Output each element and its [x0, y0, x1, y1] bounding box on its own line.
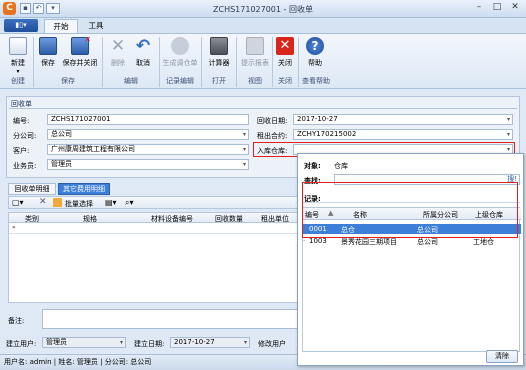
clear-button[interactable]: 清除 — [486, 350, 518, 363]
contract-label: 租出合约: — [257, 132, 288, 140]
remark-field[interactable] — [42, 309, 298, 329]
customer-label: 客户: — [13, 147, 30, 155]
row-indicator-icon: » — [12, 224, 16, 231]
warehouse-lookup-popup: 对象: 仓库 查找: 搜! 记录: 编号 ▲ 名称 所属分公司 上级仓库 000… — [297, 153, 524, 366]
number-label: 编号: — [13, 117, 30, 125]
title-bar: C ▪ ↶ ▾ ZCHS171027001 - 回收单 – □ ✕ — [0, 0, 526, 18]
branch-label: 分公司: — [13, 132, 37, 140]
created-date-label: 建立日期: — [134, 340, 165, 348]
detail-tabs: 回收单明细 其它费用明细 — [8, 183, 298, 195]
chevron-down-icon: ▾ — [242, 131, 246, 138]
ribbon: 新建 ▾ 保存 ✕ 保存并关闭 ✕ 删除 ↶ 取消 生成调仓单 计算器 提示报表… — [0, 33, 526, 89]
contract-select[interactable]: ZCHY170215002 ▾ — [293, 129, 513, 140]
close-icon: ✕ — [276, 37, 294, 55]
report-icon — [246, 37, 264, 55]
number-field[interactable]: ZCHS171027001 — [47, 114, 249, 125]
file-menu-button[interactable]: ▮▯▾ — [4, 19, 38, 32]
help-icon: ? — [306, 37, 324, 55]
date-label: 回收日期: — [257, 117, 288, 125]
window-title: ZCHS171027001 - 回收单 — [213, 5, 313, 14]
tab-tools[interactable]: 工具 — [80, 19, 112, 33]
branch-select[interactable]: 总公司 ▾ — [47, 129, 249, 140]
chevron-down-icon: ▾ — [506, 116, 510, 123]
save-button[interactable]: 保存 — [36, 37, 60, 68]
undo-icon: ↶ — [135, 36, 151, 56]
search-icon[interactable]: ⌕▾ — [125, 198, 134, 208]
date-picker[interactable]: 2017-10-27 ▾ — [293, 114, 513, 125]
group-save-label: 保存 — [61, 77, 75, 85]
delete-icon: ✕ — [110, 36, 126, 56]
batch-select-icon — [53, 198, 62, 207]
expand-icon[interactable]: · — [303, 237, 305, 245]
salesman-label: 业务员: — [13, 162, 37, 170]
prompt-report-button[interactable]: 提示报表 — [239, 37, 271, 68]
delete-button[interactable]: ✕ 删除 — [106, 37, 130, 68]
cancel-button[interactable]: ↶ 取消 — [131, 37, 155, 68]
modifier-label: 修改用户 — [258, 340, 286, 348]
detail-grid-body[interactable]: » — [8, 223, 299, 303]
group-edit-label: 编辑 — [124, 77, 138, 85]
group-create-label: 创建 — [11, 77, 25, 85]
creator-label: 建立用户: — [6, 340, 37, 348]
tab-receipt-detail[interactable]: 回收单明细 — [8, 183, 56, 195]
chevron-down-icon: ▾ — [242, 161, 246, 168]
minimize-icon[interactable]: – — [470, 2, 488, 14]
detail-grid-header: 类别 规格 材料设备编号 回收数量 租出单位 — [8, 212, 298, 223]
save-icon — [39, 37, 57, 55]
calculator-button[interactable]: 计算器 — [204, 37, 234, 68]
group-help-label: 查看帮助 — [302, 77, 330, 85]
tab-other-fees[interactable]: 其它费用明细 — [58, 183, 110, 195]
transfer-icon — [171, 37, 189, 55]
chevron-down-icon: ▾ — [242, 146, 246, 153]
ribbon-tabs: ▮▯▾ 开始 工具 — [0, 18, 526, 33]
grid-toolbar: ▢▾ ✕ 批量选择 ▤▾ ⌕▾ — [8, 196, 298, 209]
creator-field: 管理员 ▾ — [42, 337, 126, 348]
group-view-label: 视图 — [248, 77, 262, 85]
customer-select[interactable]: 广州康周建筑工程有限公司 ▾ — [47, 144, 249, 155]
tab-start[interactable]: 开始 — [44, 19, 78, 33]
object-label: 对象: — [304, 162, 321, 170]
group-open-label: 打开 — [212, 77, 226, 85]
generate-transfer-button[interactable]: 生成调仓单 — [161, 37, 199, 68]
save-close-button[interactable]: ✕ 保存并关闭 — [60, 35, 100, 68]
table-highlight-box — [302, 182, 518, 238]
help-button[interactable]: ? 帮助 — [302, 37, 328, 68]
group-record-edit-label: 记录编辑 — [166, 77, 194, 85]
save-close-icon: ✕ — [71, 35, 91, 55]
salesman-select[interactable]: 管理员 ▾ — [47, 159, 249, 170]
table-row[interactable]: » — [9, 223, 299, 234]
chevron-down-icon: ▾ — [506, 131, 510, 138]
new-button[interactable]: 新建 ▾ — [4, 37, 32, 75]
new-doc-icon — [9, 37, 27, 55]
close-window-icon[interactable]: ✕ — [506, 2, 524, 14]
object-value: 仓库 — [334, 162, 348, 170]
print-icon[interactable]: ▤▾ — [105, 198, 117, 207]
calculator-icon — [210, 37, 228, 55]
remark-label: 备注: — [8, 317, 25, 325]
batch-select-button[interactable]: 批量选择 — [65, 199, 93, 209]
add-row-icon[interactable]: ▢▾ — [12, 198, 24, 207]
maximize-icon[interactable]: □ — [488, 2, 506, 14]
group-close-label: 关闭 — [278, 77, 292, 85]
close-button[interactable]: ✕ 关闭 — [274, 37, 296, 68]
delete-row-icon[interactable]: ✕ — [39, 197, 47, 207]
created-date-field: 2017-10-27 ▾ — [170, 337, 250, 348]
